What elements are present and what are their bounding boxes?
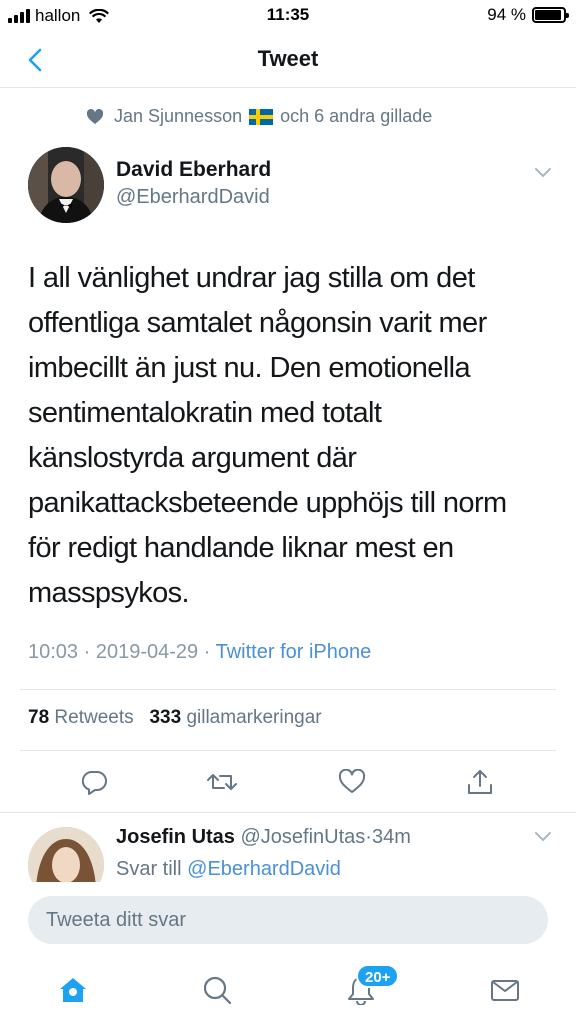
divider xyxy=(20,689,556,690)
page-title: Tweet xyxy=(257,46,319,71)
chevron-down-icon xyxy=(535,168,551,178)
reply-options-button[interactable] xyxy=(534,830,552,848)
reply-separator: · xyxy=(365,826,372,848)
tweet-text-line: för redigt handlande liknar mest en xyxy=(28,532,454,564)
reply-to-mention[interactable]: @EberhardDavid xyxy=(187,858,341,880)
tweet-text-line: panikattacksbeteende upphöjs till norm xyxy=(28,487,507,519)
retweets-stat[interactable]: 78 Retweets xyxy=(28,707,134,728)
search-icon xyxy=(203,976,232,1005)
battery-fill xyxy=(535,10,562,20)
author-handle[interactable]: @EberhardDavid xyxy=(116,186,270,209)
tweet-stats: 78 Retweets 333 gillamarkeringar xyxy=(28,707,322,729)
tweet-meta: 10:03 · 2019-04-29 · Twitter for iPhone xyxy=(28,641,371,664)
tab-home[interactable] xyxy=(55,972,91,1008)
likes-count: 333 xyxy=(149,707,182,728)
meta-separator: · xyxy=(83,641,91,663)
tweet-text-line: imbecillt än just nu. Den emotionella xyxy=(28,352,471,384)
like-icon xyxy=(338,769,366,793)
social-context-rest: och 6 andra gillade xyxy=(280,106,433,126)
tab-search[interactable] xyxy=(199,972,235,1008)
heart-icon xyxy=(86,108,104,124)
tweet-text-line: offentliga samtalet någonsin varit mer xyxy=(28,307,487,339)
reply-author-handle: @JosefinUtas xyxy=(240,826,366,848)
battery-icon xyxy=(532,7,569,23)
retweet-button[interactable] xyxy=(206,766,238,798)
author-avatar[interactable] xyxy=(28,147,104,223)
battery-percent: 94 % xyxy=(487,5,526,24)
tab-messages[interactable] xyxy=(487,972,523,1008)
tweet-text-line: sentimentalokratin med totalt xyxy=(28,397,382,429)
share-button[interactable] xyxy=(464,766,496,798)
reply-input[interactable] xyxy=(28,896,548,944)
home-icon xyxy=(60,978,86,1002)
notifications-badge: 20+ xyxy=(356,964,400,988)
social-context[interactable]: Jan Sjunnesson och 6 andra gillade xyxy=(86,106,432,127)
retweet-icon xyxy=(207,774,237,790)
tweet-source-link[interactable]: Twitter for iPhone xyxy=(216,641,372,663)
reply-to-line: Svar till @EberhardDavid xyxy=(116,858,341,881)
like-button[interactable] xyxy=(336,766,368,798)
retweets-count: 78 xyxy=(28,707,50,728)
reply-header[interactable]: Josefin Utas @JosefinUtas·34m xyxy=(116,826,411,849)
chevron-down-icon xyxy=(535,832,551,842)
compose-area xyxy=(0,882,576,958)
retweets-label: Retweets xyxy=(54,707,134,728)
social-context-name: Jan Sjunnesson xyxy=(114,106,243,126)
status-right: 94 % xyxy=(487,5,569,25)
reply-age: 34m xyxy=(371,826,411,848)
tweet-date: 2019-04-29 xyxy=(95,641,199,663)
status-bar: hallon 11:35 94 % xyxy=(0,0,576,32)
reply-to-label: Svar till xyxy=(116,858,182,880)
share-icon xyxy=(468,770,492,794)
divider xyxy=(20,750,556,751)
tweet-actions xyxy=(0,760,576,804)
tweet-text-line: masspsykos. xyxy=(28,577,190,609)
tweet-text-line: känslostyrda argument där xyxy=(28,442,357,474)
tweet-options-button[interactable] xyxy=(534,166,552,184)
author-name[interactable]: David Eberhard xyxy=(116,158,271,182)
tweet-time: 10:03 xyxy=(28,641,79,663)
tweet-text: I all vänlighet undrar jag stilla om det… xyxy=(28,256,558,616)
reply-icon xyxy=(81,771,107,795)
messages-icon xyxy=(491,980,519,1001)
reply-author-name: Josefin Utas xyxy=(116,826,235,848)
swedish-flag-icon xyxy=(249,109,274,126)
reply-button[interactable] xyxy=(78,766,110,798)
tweet-text-line: I all vänlighet undrar jag stilla om det xyxy=(28,262,475,294)
likes-label: gillamarkeringar xyxy=(186,707,322,728)
nav-bar: Tweet xyxy=(0,32,576,88)
section-divider xyxy=(0,812,576,813)
tab-bar: 20+ xyxy=(0,958,576,1024)
avatar-image xyxy=(28,147,104,223)
meta-separator: · xyxy=(203,641,211,663)
likes-stat[interactable]: 333 gillamarkeringar xyxy=(149,707,321,728)
